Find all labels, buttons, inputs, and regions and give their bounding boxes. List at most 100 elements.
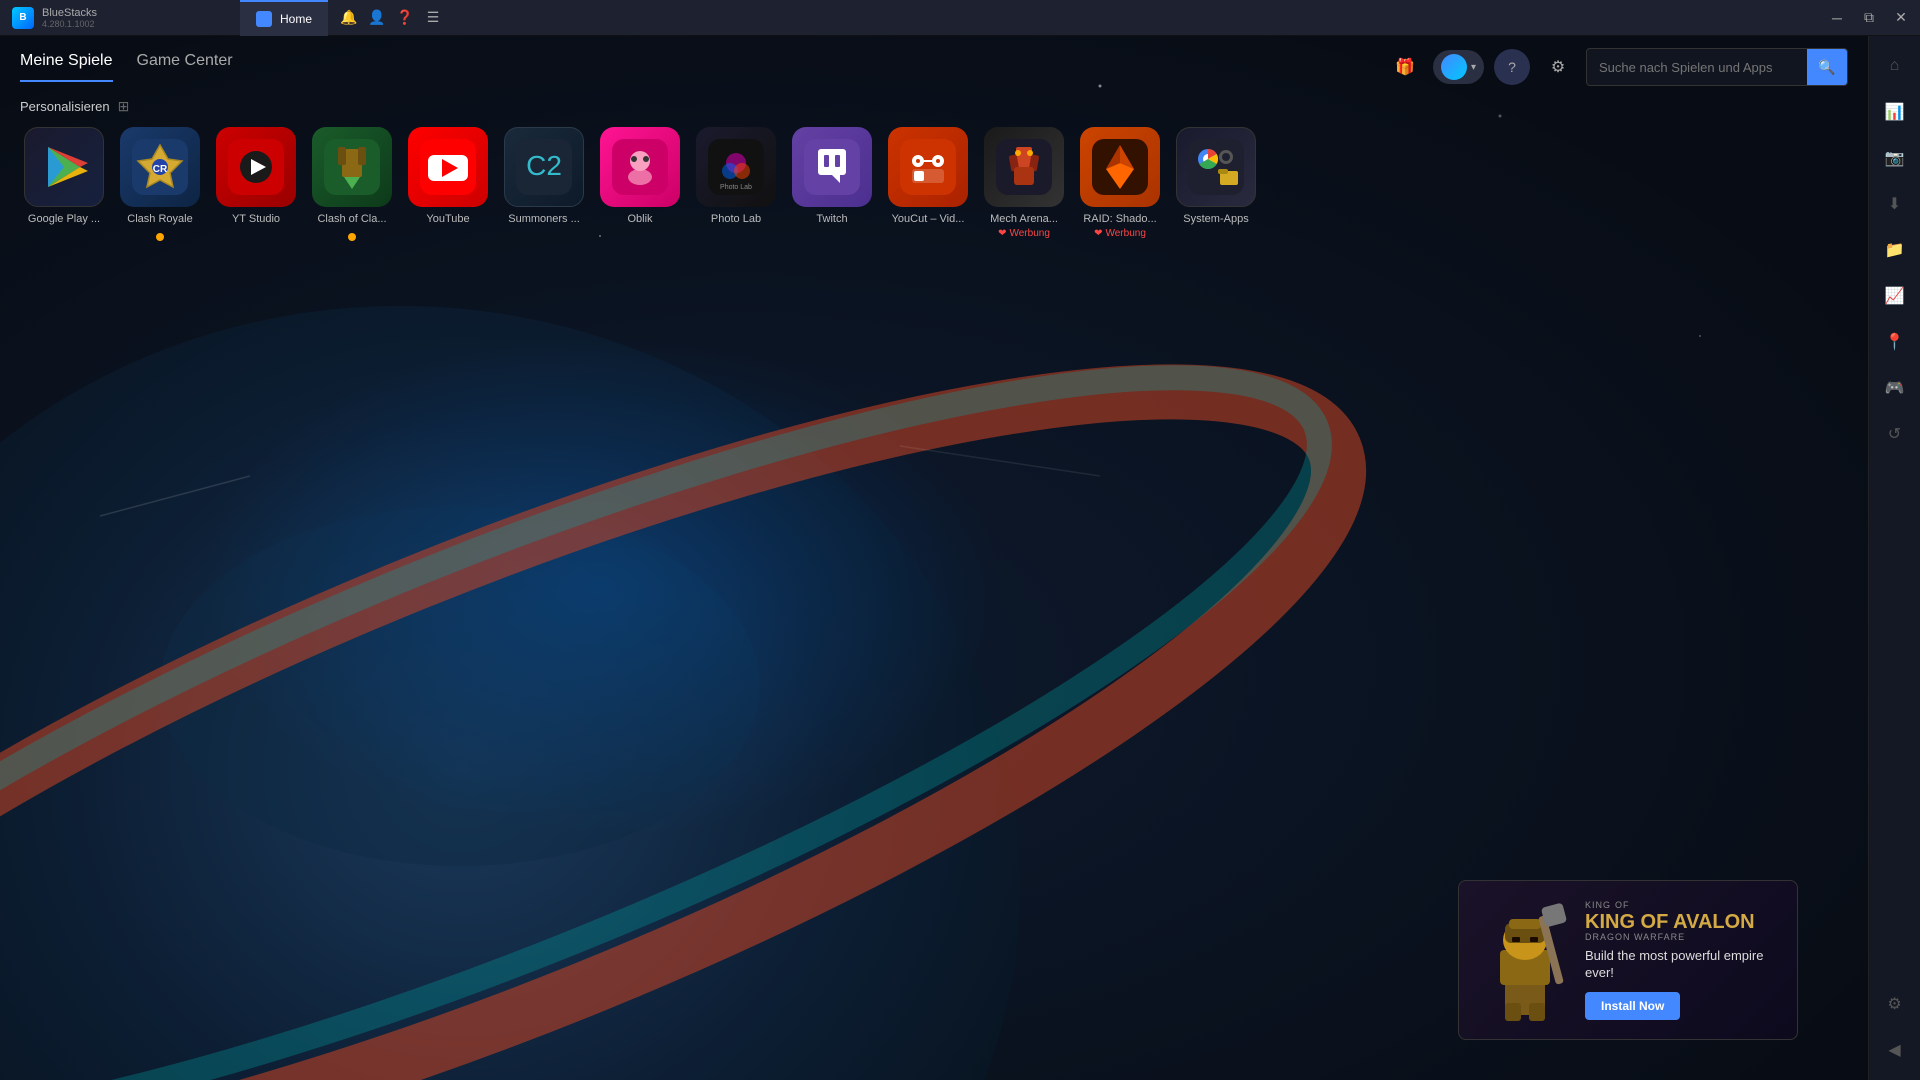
- app-mech-icon: [984, 127, 1064, 207]
- app-raid[interactable]: RAID: Shado... ❤ Werbung: [1076, 127, 1164, 239]
- sidebar-collapse-icon[interactable]: ◀: [1875, 1030, 1915, 1070]
- home-tab-label: Home: [280, 12, 312, 26]
- apps-section: Personalisieren ⊞ Google Play ...: [0, 86, 1868, 251]
- app-google-play-icon: [24, 127, 104, 207]
- ad-badge: ❤ Werbung: [1094, 228, 1146, 239]
- app-label: Oblik: [627, 213, 652, 226]
- app-twitch[interactable]: Twitch: [788, 127, 876, 239]
- app-label: YT Studio: [232, 213, 280, 226]
- app-oblik[interactable]: Oblik: [596, 127, 684, 239]
- app-clash-clans-icon: [312, 127, 392, 207]
- title-bar-left: B BlueStacks 4.280.1.1002: [0, 7, 240, 29]
- ad-badge-text: Werbung: [1009, 228, 1049, 239]
- sidebar-chart-icon[interactable]: 📊: [1875, 92, 1915, 132]
- app-update-dot: [348, 233, 356, 241]
- app-photolab-icon: Photo Lab: [696, 127, 776, 207]
- app-label: YouCut – Vid...: [892, 213, 965, 226]
- tab-game-center[interactable]: Game Center: [137, 52, 233, 82]
- ad-tagline: Build the most powerful empire ever!: [1585, 948, 1781, 982]
- window-controls: ─ ⧉ ✕: [1822, 3, 1920, 33]
- sidebar-location-icon[interactable]: 📍: [1875, 322, 1915, 362]
- apps-grid: Google Play ... CR Clash Royale: [20, 127, 1848, 239]
- search-button[interactable]: 🔍: [1807, 49, 1847, 85]
- sidebar-camera-icon[interactable]: 📷: [1875, 138, 1915, 178]
- app-label: Twitch: [816, 213, 847, 226]
- app-system-icon: [1176, 127, 1256, 207]
- app-youcut-icon: [888, 127, 968, 207]
- svg-text:CR: CR: [153, 164, 168, 175]
- content-area: Meine Spiele Game Center 🎁 ▾ ? ⚙ 🔍 Perso…: [0, 36, 1868, 1080]
- title-sys-icons: 🔔 👤 ❓ ☰: [328, 7, 454, 29]
- svg-text:C2: C2: [526, 150, 562, 181]
- sidebar-settings-icon[interactable]: ⚙: [1875, 984, 1915, 1024]
- app-label: Photo Lab: [711, 213, 761, 226]
- app-system[interactable]: System-Apps: [1172, 127, 1260, 239]
- sidebar-controls-icon[interactable]: 🎮: [1875, 368, 1915, 408]
- app-raid-icon: [1080, 127, 1160, 207]
- bluestacks-logo-icon: B: [12, 7, 34, 29]
- home-tab[interactable]: Home: [240, 0, 328, 36]
- app-twitch-icon: [792, 127, 872, 207]
- app-label: YouTube: [426, 213, 469, 226]
- top-nav-right: 🎁 ▾ ? ⚙ 🔍: [1387, 48, 1848, 86]
- search-input[interactable]: [1587, 52, 1807, 83]
- restore-button[interactable]: ⧉: [1854, 3, 1884, 33]
- sidebar-home-icon[interactable]: ⌂: [1875, 46, 1915, 86]
- ad-character: [1475, 895, 1575, 1025]
- ad-of-label: OF: [1615, 900, 1630, 910]
- app-clash-royale[interactable]: CR Clash Royale: [116, 127, 204, 239]
- search-bar: 🔍: [1586, 48, 1848, 86]
- ad-game-sub: DRAGON WARFARE: [1585, 932, 1781, 942]
- ad-badge-text: Werbung: [1105, 228, 1145, 239]
- help-titlebar-icon[interactable]: ❓: [394, 7, 416, 29]
- app-google-play[interactable]: Google Play ...: [20, 127, 108, 239]
- section-title: Personalisieren: [20, 99, 110, 114]
- main-content: Meine Spiele Game Center 🎁 ▾ ? ⚙ 🔍 Perso…: [0, 36, 1920, 1080]
- section-header: Personalisieren ⊞: [20, 98, 1848, 115]
- tab-meine-spiele[interactable]: Meine Spiele: [20, 52, 113, 82]
- app-mech[interactable]: Mech Arena... ❤ Werbung: [980, 127, 1068, 239]
- bluestacks-version: 4.280.1.1002: [42, 19, 97, 29]
- app-yt-studio-icon: [216, 127, 296, 207]
- ad-banner: KING OF KING OF AVALON DRAGON WARFARE Bu…: [1458, 880, 1798, 1040]
- sidebar-stats-icon[interactable]: 📈: [1875, 276, 1915, 316]
- sidebar-folder-icon[interactable]: 📁: [1875, 230, 1915, 270]
- ad-game-name: KING OF AVALON: [1585, 912, 1781, 932]
- app-clash-clans[interactable]: Clash of Cla...: [308, 127, 396, 239]
- ad-king-prefix: KING: [1585, 900, 1611, 910]
- app-oblik-icon: [600, 127, 680, 207]
- gift-button[interactable]: 🎁: [1387, 49, 1423, 85]
- app-summoners[interactable]: C2 Summoners ...: [500, 127, 588, 239]
- settings-button[interactable]: ⚙: [1540, 49, 1576, 85]
- app-youtube[interactable]: YouTube: [404, 127, 492, 239]
- close-button[interactable]: ✕: [1886, 3, 1916, 33]
- app-summoners-icon: C2: [504, 127, 584, 207]
- app-label: Clash Royale: [127, 213, 192, 226]
- app-youcut[interactable]: YouCut – Vid...: [884, 127, 972, 239]
- menu-icon[interactable]: ☰: [422, 7, 444, 29]
- app-label: Mech Arena...: [990, 213, 1058, 226]
- sidebar-download-icon[interactable]: ⬇: [1875, 184, 1915, 224]
- sidebar-sync-icon[interactable]: ↺: [1875, 414, 1915, 454]
- app-clash-royale-icon: CR: [120, 127, 200, 207]
- sidebar-right: ⌂ 📊 📷 ⬇ 📁 📈 📍 🎮 ↺ ⚙ ◀: [1868, 36, 1920, 1080]
- app-label: RAID: Shado...: [1083, 213, 1156, 226]
- app-label: System-Apps: [1183, 213, 1248, 226]
- app-update-dot: [156, 233, 164, 241]
- notification-icon[interactable]: 🔔: [338, 7, 360, 29]
- app-photolab[interactable]: Photo Lab Photo Lab: [692, 127, 780, 239]
- app-youtube-icon: [408, 127, 488, 207]
- install-now-button[interactable]: Install Now: [1585, 992, 1680, 1020]
- ad-content: KING OF KING OF AVALON DRAGON WARFARE Bu…: [1575, 900, 1781, 1020]
- home-tab-icon: [256, 11, 272, 27]
- app-label: Summoners ...: [508, 213, 580, 226]
- svg-text:Photo Lab: Photo Lab: [720, 184, 752, 191]
- title-bar: B BlueStacks 4.280.1.1002 Home 🔔 👤 ❓ ☰ ─…: [0, 0, 1920, 36]
- app-yt-studio[interactable]: YT Studio: [212, 127, 300, 239]
- app-label: Clash of Cla...: [317, 213, 386, 226]
- help-button[interactable]: ?: [1494, 49, 1530, 85]
- top-nav: Meine Spiele Game Center 🎁 ▾ ? ⚙ 🔍: [0, 36, 1868, 86]
- minimize-button[interactable]: ─: [1822, 3, 1852, 33]
- account-icon[interactable]: 👤: [366, 7, 388, 29]
- profile-button[interactable]: ▾: [1433, 50, 1484, 84]
